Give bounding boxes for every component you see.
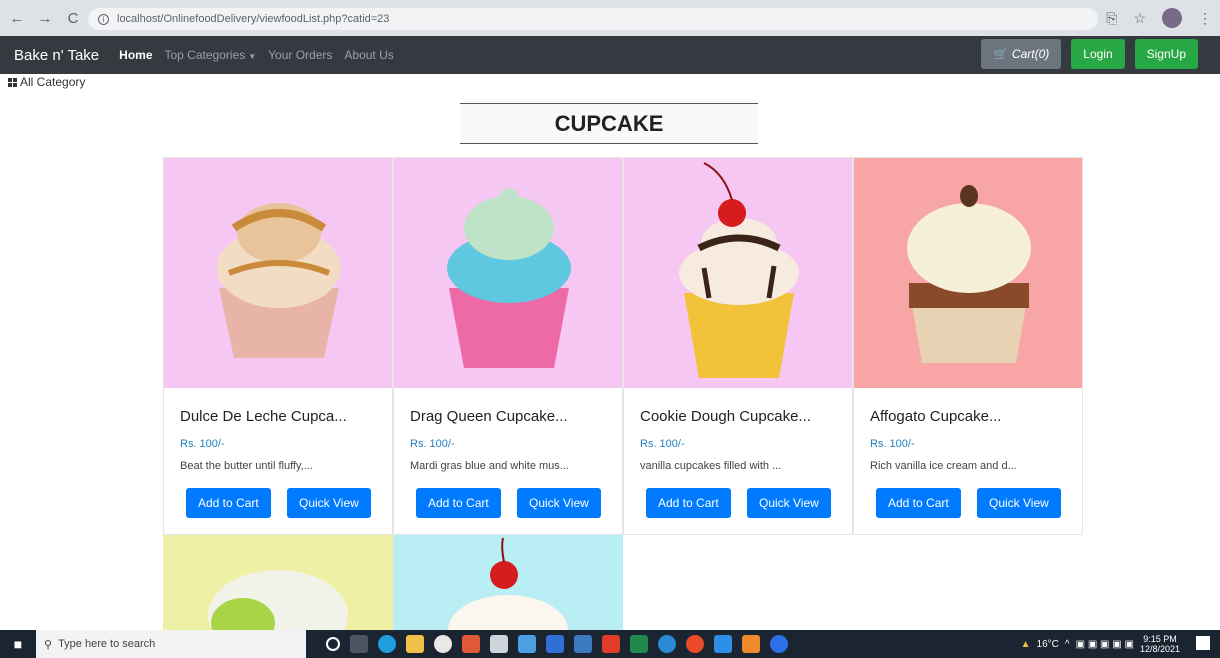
back-arrow-icon[interactable]: ← — [6, 7, 28, 29]
product-description: Beat the butter until fluffy,... — [180, 460, 313, 472]
edge-icon[interactable] — [378, 635, 396, 653]
share-icon[interactable]: ⎘ — [1106, 10, 1117, 27]
caret-down-icon: ▼ — [248, 52, 257, 61]
quick-view-button[interactable]: Quick View — [517, 488, 601, 518]
cart-button[interactable]: 🛒 Cart(0) — [980, 39, 1062, 69]
chrome-icon[interactable] — [686, 635, 704, 653]
product-card: Cookie Dough Cupcake... Rs. 100/- vanill… — [623, 157, 853, 535]
product-image[interactable] — [164, 158, 392, 388]
menu-icon[interactable]: ⋮ — [1198, 10, 1212, 27]
product-price: Rs. 100/- — [870, 438, 915, 450]
info-icon[interactable]: i — [98, 13, 109, 25]
notifications-icon[interactable] — [1196, 636, 1210, 650]
product-card[interactable] — [163, 535, 393, 658]
windows-start-icon[interactable]: ■ — [0, 630, 36, 658]
product-image[interactable] — [854, 158, 1082, 388]
vscode-icon[interactable] — [714, 635, 732, 653]
page-title: CUPCAKE — [460, 103, 758, 144]
address-bar[interactable]: i localhost/OnlinefoodDelivery/viewfoodL… — [88, 8, 1098, 30]
app-icon[interactable] — [574, 635, 592, 653]
brand-logo[interactable]: Bake n' Take — [14, 47, 99, 64]
cupcake-image — [679, 162, 799, 378]
system-tray: ▲ 16°C ^ ▣ ▣ ▣ ▣ ▣ 9:15 PM 12/8/2021 — [1021, 634, 1180, 654]
all-category-link[interactable]: All Category — [8, 75, 85, 89]
app-icon[interactable] — [462, 635, 480, 653]
cupcake-image — [907, 185, 1031, 363]
product-price: Rs. 100/- — [180, 438, 225, 450]
clock-time: 9:15 PM — [1143, 634, 1177, 644]
product-card: Drag Queen Cupcake... Rs. 100/- Mardi gr… — [393, 157, 623, 535]
add-to-cart-button[interactable]: Add to Cart — [646, 488, 731, 518]
add-to-cart-button[interactable]: Add to Cart — [186, 488, 271, 518]
windows-taskbar: ■ ⚲ Type here to search ▲ 16°C ^ ▣ ▣ ▣ ▣… — [0, 630, 1220, 658]
store-icon[interactable] — [546, 635, 564, 653]
login-button[interactable]: Login — [1071, 39, 1125, 69]
taskbar-search[interactable]: ⚲ Type here to search — [36, 630, 306, 658]
cortana-icon[interactable] — [326, 637, 340, 651]
weather-temp[interactable]: 16°C — [1037, 639, 1059, 650]
cupcake-image — [208, 570, 348, 658]
taskbar-clock[interactable]: 9:15 PM 12/8/2021 — [1140, 634, 1180, 654]
nav-top-categories[interactable]: Top Categories ▼ — [165, 48, 257, 62]
profile-avatar[interactable] — [1162, 8, 1182, 28]
signup-button[interactable]: SignUp — [1134, 39, 1198, 69]
product-card[interactable] — [393, 535, 623, 658]
nav-about-us[interactable]: About Us — [344, 48, 393, 62]
add-to-cart-button[interactable]: Add to Cart — [416, 488, 501, 518]
cupcake-image — [448, 537, 568, 658]
product-description: Rich vanilla ice cream and d... — [870, 460, 1017, 472]
product-image[interactable] — [624, 158, 852, 388]
excel-icon[interactable] — [630, 635, 648, 653]
cart-icon: 🛒 — [992, 47, 1008, 61]
browser-toolbar: ← → C i localhost/OnlinefoodDelivery/vie… — [0, 0, 1220, 36]
app-icon[interactable] — [742, 635, 760, 653]
cupcake-image — [447, 188, 571, 368]
cart-label: Cart(0) — [1011, 47, 1050, 61]
product-price: Rs. 100/- — [410, 438, 455, 450]
url-text: localhost/OnlinefoodDelivery/viewfoodLis… — [117, 13, 390, 25]
quick-view-button[interactable]: Quick View — [977, 488, 1061, 518]
product-name[interactable]: Affogato Cupcake... — [870, 408, 1001, 425]
product-price: Rs. 100/- — [640, 438, 685, 450]
nav-top-categories-label: Top Categories — [164, 48, 246, 62]
product-card: Dulce De Leche Cupca... Rs. 100/- Beat t… — [163, 157, 393, 535]
cupcake-image — [217, 203, 341, 358]
product-description: vanilla cupcakes filled with ... — [640, 460, 782, 472]
clock-date: 12/8/2021 — [1139, 644, 1180, 654]
weather-icon[interactable]: ▲ — [1021, 639, 1031, 650]
all-category-label: All Category — [20, 75, 86, 89]
quick-view-button[interactable]: Quick View — [287, 488, 371, 518]
search-icon: ⚲ — [44, 638, 53, 651]
product-description: Mardi gras blue and white mus... — [410, 460, 569, 472]
chevron-up-icon[interactable]: ^ — [1065, 639, 1070, 650]
star-icon[interactable]: ☆ — [1133, 10, 1146, 27]
add-to-cart-button[interactable]: Add to Cart — [876, 488, 961, 518]
app-icon[interactable] — [770, 635, 788, 653]
app-icon[interactable] — [658, 635, 676, 653]
app-icon[interactable] — [602, 635, 620, 653]
app-icon[interactable] — [518, 635, 536, 653]
task-view-icon[interactable] — [350, 635, 368, 653]
product-name[interactable]: Dulce De Leche Cupca... — [180, 408, 347, 425]
nav-home[interactable]: Home — [119, 48, 152, 62]
nav-your-orders[interactable]: Your Orders — [268, 48, 332, 62]
settings-icon[interactable] — [490, 635, 508, 653]
reload-icon[interactable]: C — [62, 7, 84, 29]
file-explorer-icon[interactable] — [406, 635, 424, 653]
grid-icon — [8, 77, 17, 87]
taskbar-search-placeholder: Type here to search — [58, 638, 156, 650]
forward-arrow-icon[interactable]: → — [34, 7, 56, 29]
product-name[interactable]: Drag Queen Cupcake... — [410, 408, 568, 425]
product-name[interactable]: Cookie Dough Cupcake... — [640, 408, 811, 425]
product-image[interactable] — [394, 158, 622, 388]
app-icon[interactable] — [434, 635, 452, 653]
tray-icons[interactable]: ▣ ▣ ▣ ▣ ▣ — [1076, 639, 1134, 650]
quick-view-button[interactable]: Quick View — [747, 488, 831, 518]
product-card: Affogato Cupcake... Rs. 100/- Rich vanil… — [853, 157, 1083, 535]
site-navbar: Bake n' Take Home Top Categories ▼ Your O… — [0, 36, 1220, 74]
